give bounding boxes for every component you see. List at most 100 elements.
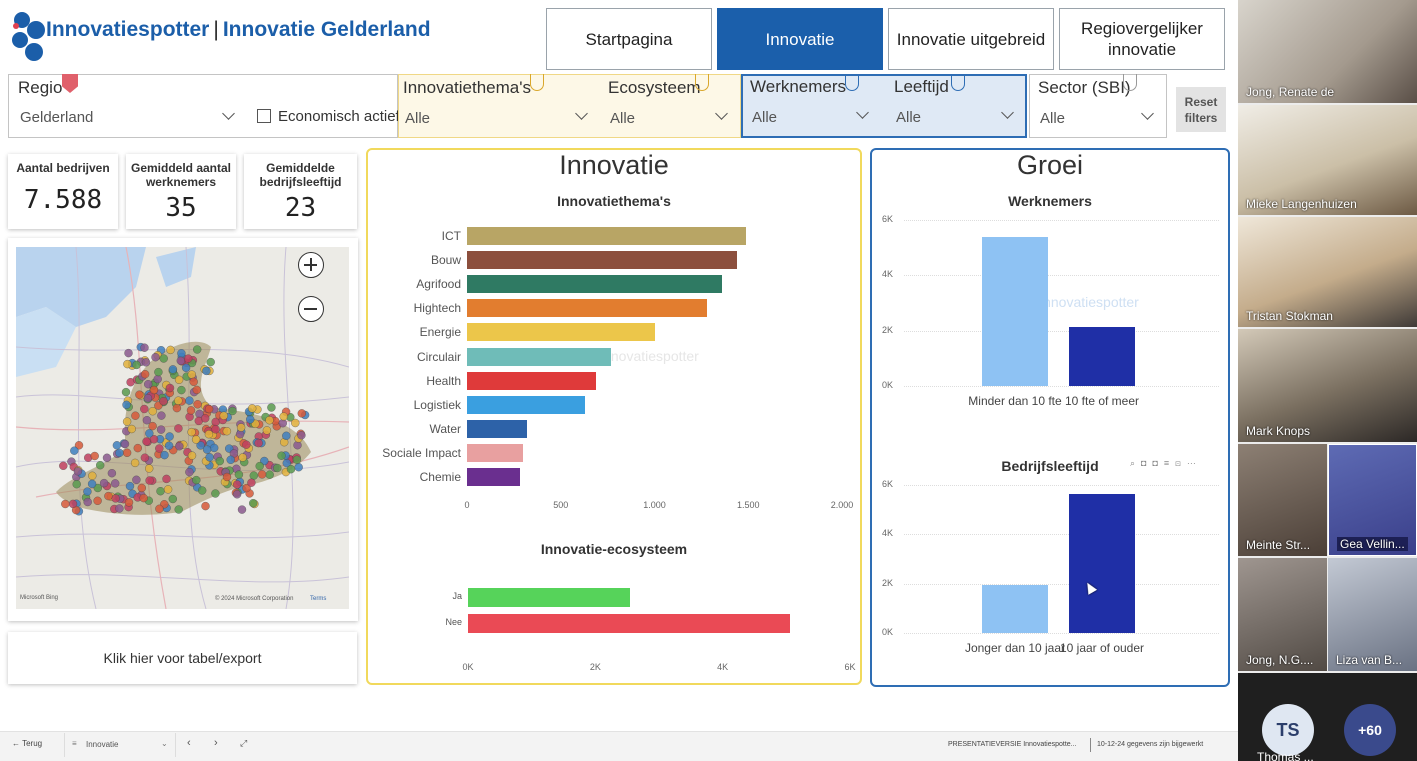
company-marker[interactable]	[123, 359, 132, 369]
company-marker[interactable]	[297, 431, 306, 440]
participant-tile[interactable]: Jong, N.G....	[1238, 558, 1327, 671]
company-marker[interactable]	[174, 396, 183, 405]
company-marker[interactable]	[236, 423, 246, 432]
company-marker[interactable]	[93, 496, 102, 506]
company-marker[interactable]	[115, 448, 124, 458]
bar[interactable]	[1069, 326, 1135, 386]
company-marker[interactable]	[107, 468, 117, 478]
company-marker[interactable]	[139, 493, 148, 503]
company-marker[interactable]	[211, 425, 220, 434]
bar[interactable]	[467, 443, 524, 462]
company-marker[interactable]	[247, 478, 256, 487]
company-marker[interactable]	[202, 445, 212, 454]
company-marker[interactable]	[238, 453, 247, 462]
company-marker[interactable]	[192, 345, 202, 354]
more-participants-button[interactable]: +60	[1344, 704, 1396, 756]
company-marker[interactable]	[202, 366, 211, 376]
company-marker[interactable]	[166, 345, 175, 355]
economisch-actief-checkbox[interactable]	[257, 109, 271, 123]
bar[interactable]	[467, 395, 586, 414]
company-marker[interactable]	[232, 480, 242, 489]
company-marker[interactable]	[72, 479, 81, 489]
company-marker[interactable]	[189, 377, 198, 387]
company-marker[interactable]	[110, 479, 120, 488]
company-marker[interactable]	[124, 498, 134, 507]
company-marker[interactable]	[122, 448, 132, 458]
company-marker[interactable]	[297, 409, 306, 418]
nav-startpagina-button[interactable]: Startpagina	[546, 8, 712, 70]
company-marker[interactable]	[142, 415, 152, 425]
company-marker[interactable]	[151, 352, 160, 362]
company-marker[interactable]	[242, 440, 251, 449]
export-table-button[interactable]: Klik hier voor tabel/export	[8, 632, 357, 684]
company-marker[interactable]	[165, 432, 174, 441]
company-marker[interactable]	[174, 505, 183, 514]
company-marker[interactable]	[273, 463, 282, 473]
company-marker[interactable]	[177, 349, 186, 358]
visual-header-icons[interactable]: ⌕◘◘≡⊡⋯	[1130, 458, 1202, 469]
company-marker[interactable]	[262, 426, 272, 435]
bar[interactable]	[467, 275, 722, 294]
company-marker[interactable]	[140, 369, 150, 379]
company-marker[interactable]	[249, 471, 259, 480]
company-marker[interactable]	[144, 464, 154, 473]
company-marker[interactable]	[177, 385, 186, 395]
company-marker[interactable]	[234, 470, 244, 479]
company-marker[interactable]	[95, 460, 105, 470]
map-terms-link[interactable]: Terms	[310, 596, 326, 602]
company-marker[interactable]	[148, 421, 157, 431]
company-marker[interactable]	[73, 467, 83, 476]
next-page-button[interactable]: ›	[214, 737, 218, 749]
bar[interactable]	[467, 323, 655, 342]
participant-avatar[interactable]: TS	[1262, 704, 1314, 756]
company-marker[interactable]	[255, 461, 264, 471]
company-marker[interactable]	[245, 415, 255, 424]
company-marker[interactable]	[142, 437, 151, 446]
company-marker[interactable]	[156, 486, 165, 496]
company-marker[interactable]	[87, 479, 97, 489]
company-marker[interactable]	[282, 431, 291, 441]
company-marker[interactable]	[122, 400, 131, 410]
company-marker[interactable]	[232, 490, 242, 499]
company-marker[interactable]	[137, 483, 147, 493]
company-marker[interactable]	[279, 412, 288, 421]
participant-tile[interactable]: Mark Knops	[1238, 329, 1417, 442]
company-marker[interactable]	[162, 474, 171, 484]
company-marker[interactable]	[132, 360, 141, 370]
company-marker[interactable]	[83, 497, 92, 507]
company-marker[interactable]	[204, 429, 214, 439]
company-marker[interactable]	[193, 400, 202, 409]
company-marker[interactable]	[181, 363, 191, 373]
bar[interactable]	[467, 299, 707, 318]
company-marker[interactable]	[145, 476, 154, 485]
company-marker[interactable]	[186, 406, 196, 415]
company-marker[interactable]	[201, 501, 210, 511]
company-marker[interactable]	[172, 403, 182, 413]
company-marker[interactable]	[215, 456, 225, 466]
company-marker[interactable]	[209, 443, 219, 453]
company-marker[interactable]	[165, 383, 175, 393]
company-marker[interactable]	[121, 387, 131, 397]
bar[interactable]	[467, 227, 747, 245]
company-marker[interactable]	[99, 478, 109, 488]
company-marker[interactable]	[90, 451, 99, 461]
company-marker[interactable]	[154, 367, 163, 377]
company-marker[interactable]	[168, 494, 178, 504]
company-marker[interactable]	[68, 499, 78, 509]
company-marker[interactable]	[102, 453, 112, 463]
nav-regiovergelijker-button[interactable]: Regiovergelijker innovatie	[1059, 8, 1225, 70]
company-marker[interactable]	[140, 404, 149, 414]
company-marker[interactable]	[70, 446, 79, 455]
company-marker[interactable]	[205, 453, 214, 462]
company-marker[interactable]	[163, 485, 173, 494]
company-marker[interactable]	[140, 453, 150, 462]
company-marker[interactable]	[160, 450, 169, 460]
company-marker[interactable]	[145, 429, 154, 438]
company-marker[interactable]	[159, 354, 168, 363]
company-marker[interactable]	[265, 415, 274, 425]
bar[interactable]	[1069, 493, 1135, 633]
company-marker[interactable]	[130, 458, 140, 468]
company-marker[interactable]	[125, 481, 135, 491]
expand-icon[interactable]: ⤢	[240, 738, 247, 749]
bar[interactable]	[467, 468, 520, 486]
